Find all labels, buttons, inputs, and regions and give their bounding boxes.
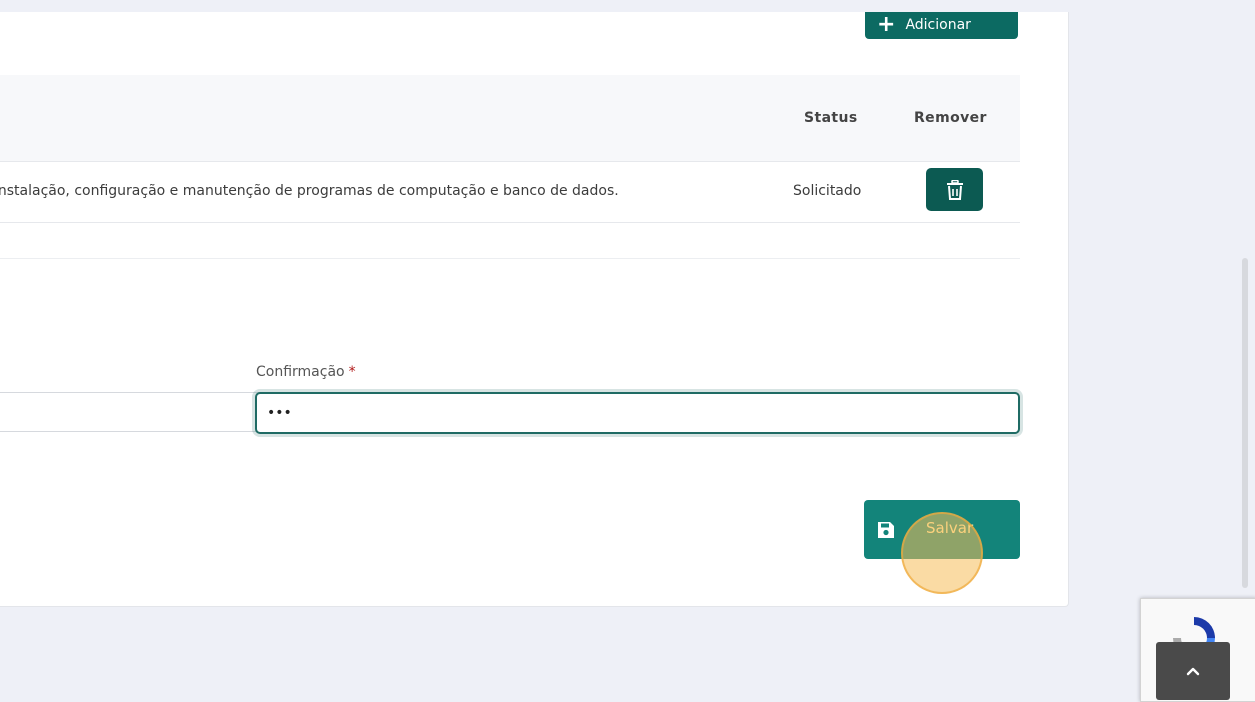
column-header-status: Status: [804, 110, 858, 126]
row-status: Solicitado: [793, 183, 862, 199]
confirm-password-field[interactable]: [255, 392, 1020, 434]
row-description: instalação, configuração e manutenção de…: [0, 183, 619, 199]
confirm-label-text: Confirmação: [256, 364, 345, 380]
page-scrollbar[interactable]: [1242, 258, 1248, 588]
chevron-up-icon: [1186, 667, 1200, 676]
content-card: + Adicionar Status Remover instalação, c…: [0, 12, 1069, 607]
confirm-field-label: Confirmação *: [256, 364, 356, 380]
remove-button[interactable]: [926, 168, 983, 211]
trash-icon: [946, 179, 963, 200]
add-button-label: Adicionar: [905, 17, 971, 33]
required-mark: *: [348, 364, 356, 380]
save-button[interactable]: Salvar: [864, 500, 1020, 559]
back-to-top-button[interactable]: [1156, 642, 1230, 700]
section-divider: [0, 258, 1020, 259]
floppy-disk-icon: [878, 522, 894, 538]
plus-icon: +: [877, 12, 896, 37]
table-row: instalação, configuração e manutenção de…: [0, 162, 1020, 223]
column-header-remove: Remover: [914, 110, 987, 126]
add-button[interactable]: + Adicionar: [865, 12, 1018, 39]
save-button-label: Salvar: [926, 519, 974, 537]
table-header: Status Remover: [0, 75, 1020, 162]
